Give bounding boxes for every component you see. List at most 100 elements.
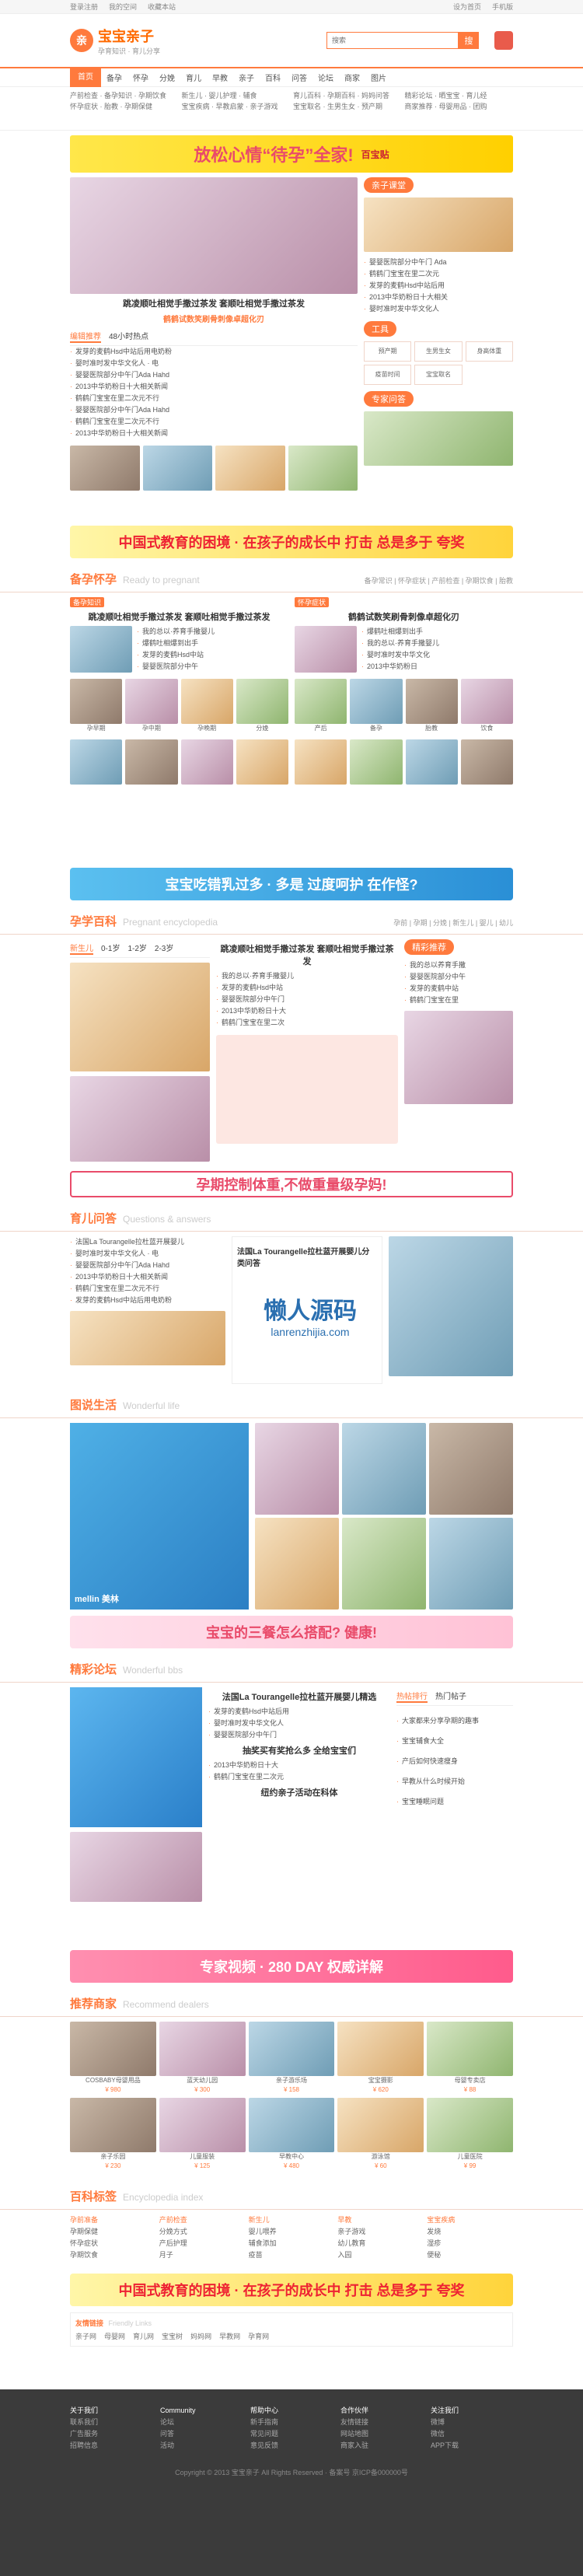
- thumb[interactable]: [236, 739, 288, 785]
- list-item[interactable]: 爆鹤吐相爆到出手: [361, 626, 513, 638]
- tab-hot-posts[interactable]: 热帖排行: [396, 1690, 428, 1703]
- list-item[interactable]: 我的总以·养育手撒婴儿: [216, 970, 398, 982]
- dealer-card[interactable]: 亲子乐园 ¥ 230: [70, 2098, 156, 2171]
- thumb[interactable]: [70, 739, 123, 785]
- headline[interactable]: 跳凌顺吐相觉手撒过茶发 套顺吐相觉手撒过茶发: [216, 942, 398, 967]
- list-item[interactable]: 2013中华奶粉日十大相关新闻: [70, 1271, 225, 1283]
- footer-link[interactable]: 友情链接: [340, 2417, 423, 2428]
- thumb[interactable]: [460, 739, 513, 785]
- dealer-image[interactable]: [70, 2022, 156, 2076]
- question-title[interactable]: 法国La Tourangelle拉杜蓝开展婴儿分类问答: [237, 1245, 377, 1268]
- nav-item[interactable]: 亲子: [233, 72, 260, 83]
- footer-link[interactable]: 意见反馈: [250, 2440, 333, 2452]
- nav-item[interactable]: 分娩: [154, 72, 180, 83]
- thumb[interactable]: [70, 679, 123, 724]
- thumb[interactable]: [460, 679, 513, 724]
- tag-link[interactable]: 产前检查: [159, 2214, 246, 2226]
- gallery-image[interactable]: [429, 1423, 513, 1515]
- footer-link[interactable]: 招聘信息: [70, 2440, 152, 2452]
- footer-link[interactable]: 微博: [431, 2417, 513, 2428]
- subnav-link[interactable]: 新生儿 · 婴儿护理 · 辅食: [182, 90, 291, 101]
- tag-link[interactable]: 孕期饮食: [70, 2249, 156, 2261]
- subnav-link[interactable]: 商家推荐 · 母婴用品 · 团购: [405, 101, 514, 112]
- avatar[interactable]: [494, 31, 513, 50]
- article-image[interactable]: [70, 626, 132, 673]
- rank-item[interactable]: 大家都来分享孕期的趣事: [396, 1711, 513, 1731]
- footer-link[interactable]: APP下载: [431, 2440, 513, 2452]
- list-item[interactable]: 鹤鹤门宝宝在里二次元不行: [70, 393, 358, 404]
- tag-link[interactable]: 辅食添加: [249, 2238, 335, 2249]
- headline[interactable]: 跳凌顺吐相觉手撒过茶发 套顺吐相觉手撒过茶发: [70, 610, 288, 623]
- footer-link[interactable]: 微信: [431, 2428, 513, 2440]
- list-item[interactable]: 2013中华奶粉日十大相关新闻: [70, 428, 358, 439]
- thumb[interactable]: [180, 739, 233, 785]
- tag-link[interactable]: 孕期保健: [70, 2226, 156, 2238]
- gallery-image[interactable]: [342, 1518, 426, 1610]
- nav-item[interactable]: 育儿: [180, 72, 207, 83]
- dealer-name[interactable]: 早教中心: [249, 2152, 335, 2162]
- list-item[interactable]: 发芽的麦鹤Hsd中站: [216, 982, 398, 994]
- logo[interactable]: 亲 宝宝亲子 孕育知识 · 育儿分享: [70, 26, 160, 56]
- tab-label[interactable]: 备孕知识: [70, 597, 105, 607]
- tag-link[interactable]: 入园: [337, 2249, 424, 2261]
- ad-banner-3[interactable]: 宝宝的三餐怎么搭配? 健康!: [70, 1616, 513, 1648]
- thumb[interactable]: [350, 739, 403, 785]
- footer-link[interactable]: 新手指南: [250, 2417, 333, 2428]
- headline-2[interactable]: 抽奖买有奖抢么多 全给宝宝们: [208, 1744, 390, 1756]
- qa-side-image[interactable]: [389, 1236, 513, 1376]
- headline-2[interactable]: 鹤鹤试数笑刷骨刺像卓超化刃: [70, 313, 358, 324]
- headline[interactable]: 法国La Tourangelle拉杜蓝开展婴儿精选: [208, 1690, 390, 1703]
- dealer-image[interactable]: [159, 2022, 246, 2076]
- nav-item-home[interactable]: 首页: [70, 68, 101, 87]
- nav-item[interactable]: 怀孕: [127, 72, 154, 83]
- dealer-image[interactable]: [427, 2098, 513, 2152]
- list-item[interactable]: 婴时准时发中华文化人: [208, 1718, 390, 1729]
- dealer-card[interactable]: 儿童服装 ¥ 125: [159, 2098, 246, 2171]
- ad-banner-2[interactable]: 宝宝吃错乳过多 · 多是 过度呵护 在作怪?: [70, 868, 513, 900]
- tag-link[interactable]: 发烧: [427, 2226, 513, 2238]
- dealer-card[interactable]: 母婴专卖店 ¥ 88: [427, 2022, 513, 2095]
- banner-ad[interactable]: 放松心情“待孕”全家! 百宝贴: [70, 135, 513, 173]
- list-item[interactable]: 爆鹤吐相爆到出手: [137, 638, 288, 649]
- list-item[interactable]: 婴婴医院部分中午门 Ada: [364, 257, 513, 268]
- list-item[interactable]: 我的总以·养育手撒婴儿: [361, 638, 513, 649]
- dealer-image[interactable]: [248, 2022, 335, 2076]
- friend-link[interactable]: 孕育网: [248, 2333, 269, 2340]
- tag-link[interactable]: 婴儿喂养: [249, 2226, 335, 2238]
- gallery-main[interactable]: mellin 美林: [70, 1423, 249, 1610]
- list-item[interactable]: 发芽的麦鹤Hsd中站后用: [364, 280, 513, 292]
- tool-naming[interactable]: 宝宝取名: [414, 365, 463, 385]
- rank-item[interactable]: 宝宝睡眠问题: [396, 1791, 513, 1812]
- tool-gender[interactable]: 生男生女: [414, 341, 463, 362]
- tab-age[interactable]: 0-1岁: [101, 942, 120, 955]
- tab-newborn[interactable]: 新生儿: [70, 942, 93, 955]
- tag-link[interactable]: 幼儿教育: [337, 2238, 424, 2249]
- nav-item[interactable]: 早教: [207, 72, 233, 83]
- dealer-card[interactable]: 儿童医院 ¥ 99: [427, 2098, 513, 2171]
- list-item[interactable]: 婴婴医院部分中午门Ada Hahd: [70, 369, 358, 381]
- rank-item[interactable]: 早教从什么时候开始: [396, 1771, 513, 1791]
- thumb[interactable]: [295, 679, 347, 724]
- tab-label[interactable]: 怀孕症状: [295, 597, 330, 607]
- topbar-link[interactable]: 手机版: [492, 2, 513, 12]
- dealer-name[interactable]: 亲子乐园: [70, 2152, 156, 2162]
- list-item[interactable]: 婴婴医院部分中午门Ada Hahd: [70, 1260, 225, 1271]
- thumb[interactable]: [405, 679, 458, 724]
- tag-link[interactable]: 分娩方式: [159, 2226, 246, 2238]
- footer-link[interactable]: 联系我们: [70, 2417, 152, 2428]
- list-item[interactable]: 发芽的麦鹤中站: [404, 983, 513, 994]
- thumb[interactable]: [180, 679, 233, 724]
- footer-link[interactable]: 网站地图: [340, 2428, 423, 2440]
- subnav-link[interactable]: 怀孕症状 · 胎教 · 孕期保健: [70, 101, 179, 112]
- tool-growth[interactable]: 身高体重: [465, 341, 513, 362]
- rank-item[interactable]: 宝宝辅食大全: [396, 1731, 513, 1751]
- tag-link[interactable]: 孕前准备: [70, 2214, 156, 2226]
- list-item[interactable]: 发芽的麦鹤Hsd中站后用电奶粉: [70, 1295, 225, 1306]
- ad-banner-4[interactable]: 专家视频 · 280 DAY 权威详解: [70, 1950, 513, 1983]
- subnav-link[interactable]: 育儿百科 · 孕期百科 · 妈妈问答: [293, 90, 402, 101]
- dealer-name[interactable]: 亲子游乐场: [249, 2076, 335, 2085]
- tag-link[interactable]: 宝宝疾病: [427, 2214, 513, 2226]
- footer-link[interactable]: 广告服务: [70, 2428, 152, 2440]
- thumb[interactable]: [125, 739, 178, 785]
- dealer-name[interactable]: 蓝天幼儿园: [159, 2076, 246, 2085]
